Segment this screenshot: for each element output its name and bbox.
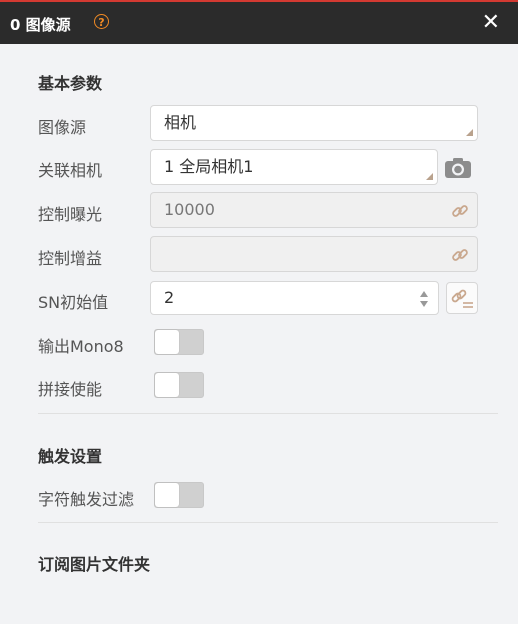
section-trigger-settings: 触发设置: [38, 447, 103, 466]
resize-corner-icon: [466, 129, 473, 136]
mono8-toggle[interactable]: [154, 329, 204, 355]
sn-value: 2: [164, 288, 175, 307]
link-settings-icon: [451, 289, 473, 308]
spinner-arrows-icon[interactable]: [419, 288, 429, 310]
sn-stepper[interactable]: 2: [150, 281, 439, 315]
camera-icon[interactable]: [444, 157, 472, 179]
gain-label: 控制增益: [38, 249, 103, 268]
char-filter-label: 字符触发过滤: [38, 490, 135, 509]
section-basic-params: 基本参数: [38, 74, 103, 93]
stitch-label: 拼接使能: [38, 380, 103, 399]
toggle-knob: [155, 483, 179, 507]
mono8-label: 输出Mono8: [38, 337, 124, 356]
divider: [38, 522, 498, 523]
camera-select[interactable]: 1 全局相机1: [150, 149, 438, 185]
link-icon[interactable]: [451, 202, 469, 220]
stitch-toggle[interactable]: [154, 372, 204, 398]
camera-label: 关联相机: [38, 161, 103, 180]
window-title: 0 图像源: [10, 16, 71, 34]
sn-label: SN初始值: [38, 293, 109, 312]
exposure-input[interactable]: 10000: [150, 192, 478, 228]
exposure-value: 10000: [164, 200, 215, 219]
title-bar: 0 图像源 ? ✕: [0, 0, 518, 44]
sn-link-button[interactable]: [446, 282, 478, 314]
link-icon[interactable]: [451, 246, 469, 264]
gain-input[interactable]: [150, 236, 478, 272]
resize-corner-icon: [426, 173, 433, 180]
image-source-select[interactable]: 相机: [150, 105, 478, 141]
toggle-knob: [155, 330, 179, 354]
section-subscribe-folder: 订阅图片文件夹: [38, 555, 151, 574]
image-source-label: 图像源: [38, 118, 87, 137]
image-source-value: 相机: [164, 113, 197, 132]
divider: [38, 413, 498, 414]
exposure-label: 控制曝光: [38, 205, 103, 224]
help-icon[interactable]: ?: [94, 14, 109, 29]
camera-value: 1 全局相机1: [164, 157, 254, 176]
toggle-knob: [155, 373, 179, 397]
close-icon[interactable]: ✕: [482, 11, 500, 35]
char-filter-toggle[interactable]: [154, 482, 204, 508]
